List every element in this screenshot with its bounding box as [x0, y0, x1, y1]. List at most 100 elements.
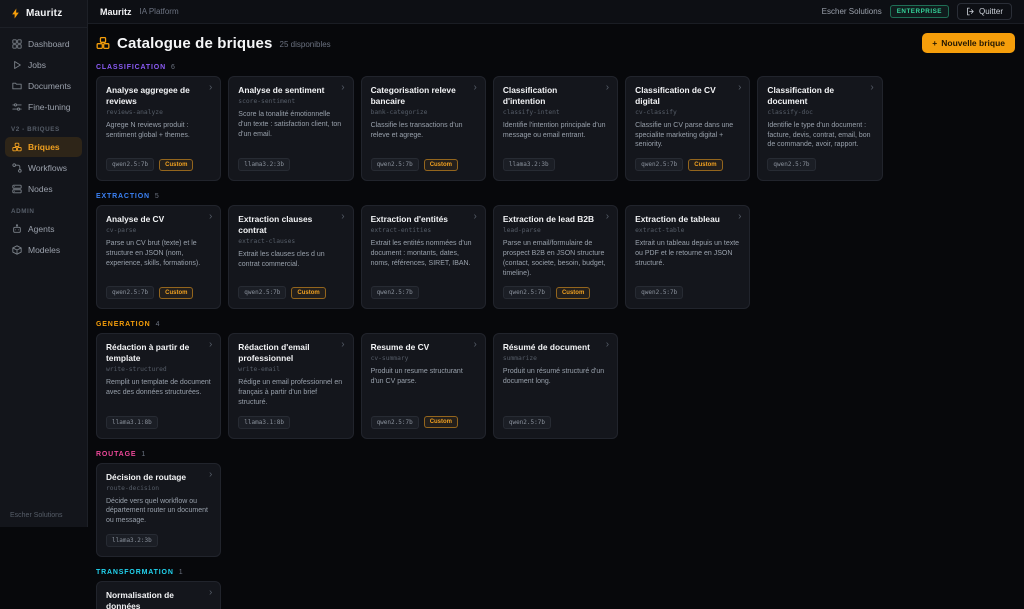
brique-card-reviews-analyze[interactable]: Analyse aggregee de reviews › reviews-an…: [96, 76, 221, 181]
brique-description: Classifie les transactions d'un releve e…: [371, 121, 476, 141]
chevron-right-icon: ›: [474, 340, 477, 350]
chevron-right-icon: ›: [209, 470, 212, 480]
category-section-routage: ROUTAGE 1 Décision de routage › route-de…: [96, 451, 1015, 557]
bot-icon: [12, 224, 22, 234]
available-count: 25 disponibles: [280, 40, 331, 49]
brique-chips: llama3.2:3b: [106, 534, 211, 547]
brique-title: Classification de document: [767, 85, 872, 107]
brique-title: Résumé de document: [503, 342, 608, 353]
category-section-classification: CLASSIFICATION 6 Analyse aggregee de rev…: [96, 64, 1015, 181]
category-name: TRANSFORMATION: [96, 569, 174, 576]
model-badge: qwen2.5:7b: [371, 416, 419, 429]
chevron-right-icon: ›: [341, 212, 344, 222]
new-brique-button[interactable]: + Nouvelle brique: [922, 33, 1015, 53]
brique-slug: cv-summary: [371, 355, 476, 362]
quit-button[interactable]: Quitter: [957, 3, 1012, 20]
chevron-right-icon: ›: [474, 83, 477, 93]
custom-badge: Custom: [159, 159, 193, 171]
custom-badge: Custom: [556, 287, 590, 299]
brique-chips: llama3.1:8b: [238, 416, 343, 429]
sidebar-item-documents[interactable]: Documents: [5, 76, 82, 96]
sidebar-item-label: Agents: [28, 224, 54, 234]
brique-card-lead-parse[interactable]: Extraction de lead B2B › lead-parse Pars…: [493, 205, 618, 309]
brique-description: Produit un résumé structuré d'un documen…: [503, 367, 608, 387]
grid-icon: [12, 39, 22, 49]
brique-card-score-sentiment[interactable]: Analyse de sentiment › score-sentiment S…: [228, 76, 353, 181]
category-name: GENERATION: [96, 321, 151, 328]
topbar-brand-suffix: IA Platform: [140, 7, 179, 16]
brique-card-summarize[interactable]: Résumé de document › summarize Produit u…: [493, 333, 618, 438]
brique-card-cv-summary[interactable]: Resume de CV › cv-summary Produit un res…: [361, 333, 486, 438]
brique-slug: route-decision: [106, 485, 211, 492]
brique-card-extract-table[interactable]: Extraction de tableau › extract-table Ex…: [625, 205, 750, 309]
brique-title: Décision de routage: [106, 472, 211, 483]
brique-card-classify-doc[interactable]: Classification de document › classify-do…: [757, 76, 882, 181]
main-content[interactable]: Catalogue de briques 25 disponibles + No…: [88, 24, 1024, 609]
brique-card-cv-parse[interactable]: Analyse de CV › cv-parse Parse un CV bru…: [96, 205, 221, 309]
sidebar-item-briques[interactable]: Briques: [5, 137, 82, 157]
brique-card-cv-classify[interactable]: Classification de CV digital › cv-classi…: [625, 76, 750, 181]
category-count: 5: [155, 193, 159, 200]
brique-slug: cv-classify: [635, 109, 740, 116]
sidebar-item-modeles[interactable]: Modeles: [5, 240, 82, 260]
brique-description: Remplit un template de document avec des…: [106, 378, 211, 398]
brique-slug: write-email: [238, 366, 343, 373]
brique-description: Extrait les entités nommées d'un documen…: [371, 239, 476, 268]
model-badge: qwen2.5:7b: [635, 158, 683, 171]
chevron-right-icon: ›: [209, 588, 212, 598]
card-grid: Normalisation de données › normalize-dat…: [96, 581, 1015, 609]
brique-slug: extract-clauses: [238, 238, 343, 245]
brique-title: Categorisation releve bancaire: [371, 85, 476, 107]
brique-slug: reviews-analyze: [106, 109, 211, 116]
sidebar-item-label: Dashboard: [28, 39, 70, 49]
sidebar-item-nodes[interactable]: Nodes: [5, 179, 82, 199]
sidebar-item-dashboard[interactable]: Dashboard: [5, 34, 82, 54]
brique-card-normalize-data[interactable]: Normalisation de données › normalize-dat…: [96, 581, 221, 609]
model-badge: qwen2.5:7b: [371, 286, 419, 299]
category-section-generation: GENERATION 4 Rédaction à partir de templ…: [96, 321, 1015, 438]
brique-card-bank-categorize[interactable]: Categorisation releve bancaire › bank-ca…: [361, 76, 486, 181]
brique-card-route-decision[interactable]: Décision de routage › route-decision Déc…: [96, 463, 221, 557]
play-icon: [12, 60, 22, 70]
app-logo: Mauritz: [0, 0, 87, 28]
category-header: TRANSFORMATION 1: [96, 569, 1015, 576]
brique-title: Rédaction à partir de template: [106, 342, 211, 364]
sidebar-item-label: Briques: [28, 142, 60, 152]
folder-icon: [12, 81, 22, 91]
logout-icon: [966, 7, 975, 16]
brique-slug: bank-categorize: [371, 109, 476, 116]
category-name: CLASSIFICATION: [96, 64, 166, 71]
app-logo-text: Mauritz: [26, 8, 62, 19]
brique-slug: extract-table: [635, 227, 740, 234]
sidebar-item-agents[interactable]: Agents: [5, 219, 82, 239]
chevron-right-icon: ›: [738, 83, 741, 93]
page-title: Catalogue de briques: [117, 35, 273, 52]
model-badge: qwen2.5:7b: [106, 286, 154, 299]
sidebar-item-jobs[interactable]: Jobs: [5, 55, 82, 75]
topbar: Mauritz IA Platform Escher Solutions ENT…: [88, 0, 1024, 24]
brique-card-extract-clauses[interactable]: Extraction clauses contrat › extract-cla…: [228, 205, 353, 309]
sidebar-item-fine-tuning[interactable]: Fine-tuning: [5, 97, 82, 117]
chevron-right-icon: ›: [209, 340, 212, 350]
chevron-right-icon: ›: [738, 212, 741, 222]
brique-card-write-structured[interactable]: Rédaction à partir de template › write-s…: [96, 333, 221, 438]
model-badge: llama3.1:8b: [238, 416, 290, 429]
brique-description: Agrege N reviews produit : sentiment glo…: [106, 121, 211, 141]
model-badge: qwen2.5:7b: [371, 158, 419, 171]
sidebar-item-workflows[interactable]: Workflows: [5, 158, 82, 178]
nav-section-header: V2 - BRIQUES: [11, 126, 76, 133]
brique-description: Classifie un CV parse dans une specialit…: [635, 121, 740, 150]
model-badge: qwen2.5:7b: [635, 286, 683, 299]
server-icon: [12, 184, 22, 194]
plus-icon: +: [932, 38, 937, 48]
brique-chips: qwen2.5:7b Custom: [238, 286, 343, 299]
brique-card-extract-entities[interactable]: Extraction d'entités › extract-entities …: [361, 205, 486, 309]
category-section-transformation: TRANSFORMATION 1 Normalisation de donnée…: [96, 569, 1015, 609]
bolt-icon: [10, 8, 21, 19]
brique-title: Resume de CV: [371, 342, 476, 353]
brique-description: Parse un CV brut (texte) et le structure…: [106, 239, 211, 268]
brique-card-write-email[interactable]: Rédaction d'email professionnel › write-…: [228, 333, 353, 438]
brique-card-classify-intent[interactable]: Classification d'intention › classify-in…: [493, 76, 618, 181]
brique-chips: llama3.2:3b: [503, 158, 608, 171]
brique-title: Classification de CV digital: [635, 85, 740, 107]
